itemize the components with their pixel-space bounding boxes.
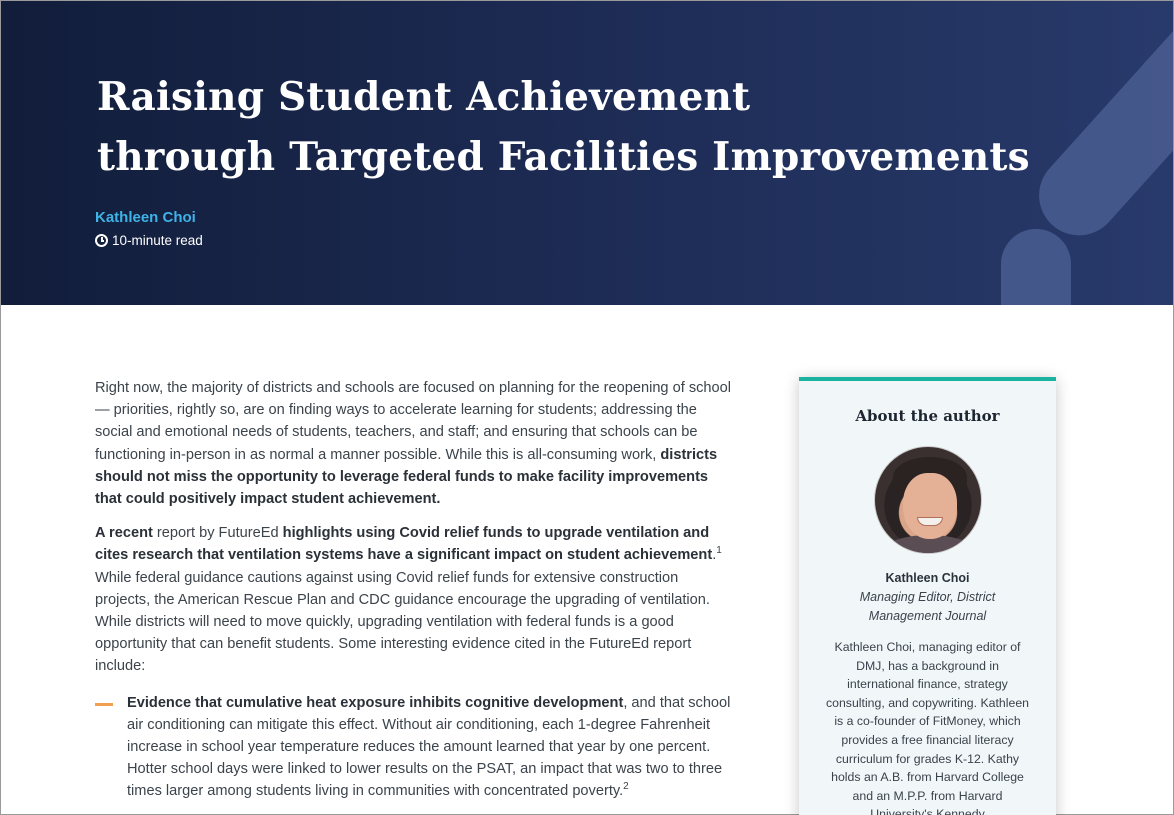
article-hero: Raising Student Achievement through Targ… (1, 1, 1173, 305)
author-link[interactable]: Kathleen Choi (95, 209, 196, 226)
list-item-bold: Evidence that cumulative heat exposure i… (127, 694, 624, 711)
paragraph-text: While federal guidance cautions against … (95, 569, 710, 675)
paragraph: A recent report by FutureEd highlights u… (95, 522, 735, 677)
page-title: Raising Student Achievement through Targ… (97, 67, 1030, 187)
author-role: Managing Editor, District Management Jou… (859, 590, 996, 623)
decorative-shape (1001, 229, 1071, 305)
decorative-shape (1022, 1, 1173, 252)
footnote-ref[interactable]: 2 (623, 781, 629, 792)
author-avatar (873, 446, 982, 554)
avatar-face (902, 473, 957, 539)
dash-bullet-icon (95, 702, 113, 706)
footnote-ref[interactable]: 1 (716, 545, 722, 556)
about-author-card: About the author Kathleen Choi Managing … (799, 377, 1056, 815)
title-line-2: through Targeted Facilities Improvements (97, 134, 1030, 180)
about-author-heading: About the author (855, 407, 1000, 425)
clock-icon (95, 234, 108, 247)
article-body: Right now, the majority of districts and… (95, 377, 735, 803)
paragraph-text: Right now, the majority of districts and… (95, 380, 732, 463)
read-time-label: 10-minute read (112, 233, 203, 248)
list-item: Evidence that cumulative heat exposure i… (95, 692, 735, 803)
read-time: 10-minute read (95, 233, 203, 248)
paragraph-bold: A recent (95, 525, 153, 542)
author-bio: Kathleen Choi, managing editor of DMJ, h… (825, 640, 1030, 815)
paragraph-text: report by FutureEd (152, 525, 283, 542)
author-name: Kathleen Choi (885, 571, 970, 585)
title-line-1: Raising Student Achievement (97, 74, 751, 120)
avatar-smile (916, 517, 943, 526)
paragraph: Right now, the majority of districts and… (95, 377, 735, 510)
